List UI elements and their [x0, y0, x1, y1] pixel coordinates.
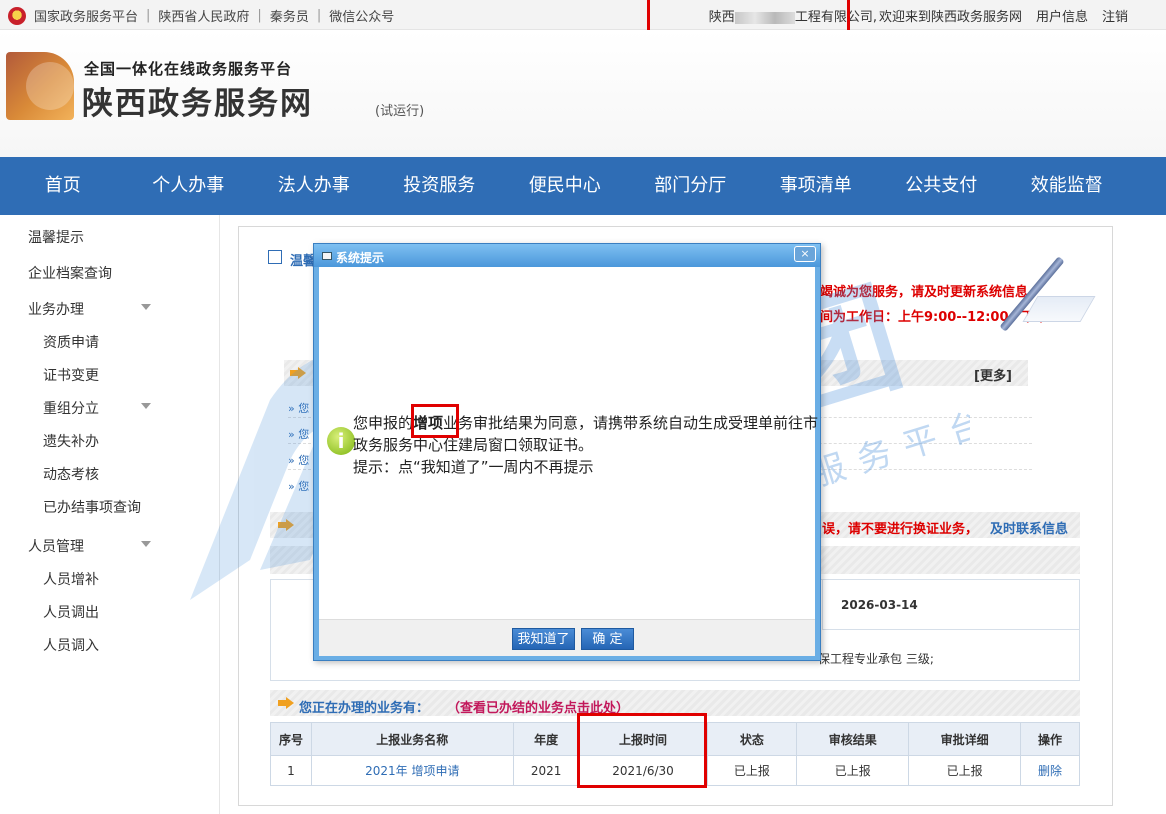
- top-link-province[interactable]: 陕西省人民政府: [158, 6, 249, 25]
- tips-box-icon: [268, 250, 282, 264]
- col-header-status: 状态: [706, 722, 798, 756]
- cell-result: 已上报: [796, 755, 910, 786]
- info-icon: i: [327, 427, 355, 455]
- user-info-link[interactable]: 用户信息: [1036, 6, 1088, 25]
- report-time-highlight-box: [577, 713, 707, 788]
- dialog-titlebar[interactable]: 系统提示 ×: [314, 244, 820, 267]
- nav-investment[interactable]: 投资服务: [377, 157, 503, 215]
- nav-convenience[interactable]: 便民中心: [502, 157, 628, 215]
- site-subtitle: 全国一体化在线政务服务平台: [84, 60, 293, 78]
- warning-blue-text: 及时联系信息: [990, 522, 1069, 537]
- col-header-result: 审核结果: [796, 722, 910, 756]
- cell-status: 已上报: [706, 755, 798, 786]
- sidebar-item-qualification[interactable]: 资质申请: [43, 332, 99, 352]
- sidebar-item-business[interactable]: 业务办理: [28, 299, 84, 319]
- welcome-text: 欢迎来到陕西政务服务网: [878, 10, 1022, 25]
- cell-no: 1: [270, 755, 312, 786]
- site-header: 全国一体化在线政务服务平台 陕西政务服务网 (试运行): [0, 30, 1166, 158]
- top-link-national[interactable]: 国家政务服务平台: [34, 6, 138, 25]
- col-header-action: 操作: [1020, 722, 1080, 756]
- arrow-right-icon: [290, 367, 306, 379]
- cell-year: 2021: [512, 755, 580, 786]
- site-title: 陕西政务服务网: [82, 86, 313, 122]
- service-note: 竭诚为您服务，请及时更新系统信息。: [820, 285, 1042, 300]
- more-link[interactable]: [更多]: [974, 365, 1012, 384]
- in-progress-label: 您正在办理的业务有：: [299, 701, 430, 716]
- col-header-name: 上报业务名称: [310, 722, 514, 756]
- delete-link[interactable]: 删除: [1020, 755, 1080, 786]
- divider: |: [146, 8, 151, 23]
- national-emblem-icon: [8, 6, 26, 25]
- highlight-item-box: [411, 404, 459, 438]
- chevron-down-icon[interactable]: [141, 304, 151, 310]
- site-logo[interactable]: [6, 52, 74, 120]
- dialog-body: i 您申报的增项业务审批结果为同意，请携带系统自动生成受理单前往市政务服务中心住…: [319, 267, 818, 619]
- sidebar: 温馨提示 企业档案查询 业务办理 资质申请 证书变更 重组分立 遗失补办 动态考…: [0, 215, 220, 814]
- sidebar-item-lost-reissue[interactable]: 遗失补办: [43, 431, 99, 451]
- sidebar-item-staff[interactable]: 人员管理: [28, 536, 84, 556]
- col-header-no: 序号: [270, 722, 312, 756]
- cell-detail: 已上报: [908, 755, 1022, 786]
- dialog-title: 系统提示: [336, 251, 385, 265]
- system-dialog: 系统提示 × i 您申报的增项业务审批结果为同意，请携带系统自动生成受理单前往市…: [313, 243, 821, 661]
- i-know-button[interactable]: 我知道了: [512, 628, 575, 650]
- warning-red-text: 误，请不要进行换证业务，: [822, 522, 979, 537]
- top-link-wechat[interactable]: 微信公众号: [329, 6, 394, 25]
- top-link-qinwuyuan[interactable]: 秦务员: [270, 6, 309, 25]
- sidebar-item-staff-add[interactable]: 人员增补: [43, 569, 99, 589]
- nav-legal-person[interactable]: 法人办事: [251, 157, 377, 215]
- notice-item[interactable]: » 您: [288, 452, 309, 468]
- sidebar-item-restructure[interactable]: 重组分立: [43, 398, 99, 418]
- nav-supervision[interactable]: 效能监督: [1004, 157, 1130, 215]
- close-icon[interactable]: ×: [794, 246, 816, 262]
- dialog-tip: 提示：点“我知道了”一周内不再提示: [353, 458, 594, 476]
- col-header-detail: 审批详细: [908, 722, 1022, 756]
- notice-item[interactable]: » 您: [288, 478, 309, 494]
- sidebar-item-tips[interactable]: 温馨提示: [28, 227, 84, 247]
- top-links: 国家政务服务平台 | 陕西省人民政府 | 秦务员 | 微信公众号: [8, 6, 394, 25]
- nav-personal[interactable]: 个人办事: [126, 157, 252, 215]
- dialog-window-icon: [322, 252, 332, 260]
- divider: |: [316, 8, 322, 23]
- top-bar: 国家政务服务平台 | 陕西省人民政府 | 秦务员 | 微信公众号 陕西 工程有限公…: [0, 0, 1166, 30]
- ok-button[interactable]: 确 定: [581, 628, 634, 650]
- cert-scope-text: 保工程专业承包 三级;: [818, 652, 934, 666]
- arrow-right-icon: [278, 697, 294, 709]
- cell-business-name[interactable]: 2021年 增项申请: [310, 755, 514, 786]
- nav-departments[interactable]: 部门分厅: [628, 157, 754, 215]
- nav-home[interactable]: 首页: [0, 157, 126, 215]
- chevron-down-icon[interactable]: [141, 403, 151, 409]
- trial-label: (试运行): [375, 104, 425, 119]
- nav-item-list[interactable]: 事项清单: [753, 157, 879, 215]
- arrow-right-icon: [278, 519, 294, 531]
- sidebar-item-company-archive[interactable]: 企业档案查询: [28, 263, 112, 283]
- notice-item[interactable]: » 您: [288, 426, 309, 442]
- logout-link[interactable]: 注销: [1102, 6, 1128, 25]
- divider: |: [257, 8, 262, 23]
- cert-date-value: 2026-03-14: [841, 598, 918, 612]
- sidebar-item-staff-out[interactable]: 人员调出: [43, 602, 99, 622]
- dialog-footer: 我知道了 确 定: [319, 619, 815, 656]
- sidebar-item-completed-query[interactable]: 已办结事项查询: [43, 497, 141, 517]
- nav-payment[interactable]: 公共支付: [879, 157, 1005, 215]
- notice-item[interactable]: » 您: [288, 400, 309, 416]
- col-header-year: 年度: [512, 722, 580, 756]
- sidebar-item-cert-change[interactable]: 证书变更: [43, 365, 99, 385]
- chevron-down-icon[interactable]: [141, 541, 151, 547]
- main-nav: 首页 个人办事 法人办事 投资服务 便民中心 部门分厅 事项清单 公共支付 效能…: [0, 157, 1166, 215]
- sidebar-item-staff-in[interactable]: 人员调入: [43, 635, 99, 655]
- sidebar-item-dynamic-review[interactable]: 动态考核: [43, 464, 99, 484]
